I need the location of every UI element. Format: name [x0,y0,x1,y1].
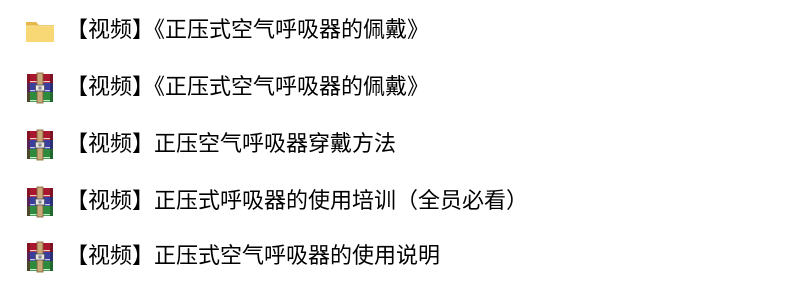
file-list: 【视频】《正压式空气呼吸器的佩戴》 【视频】《正压式空气呼吸器的佩戴》 【视频】… [0,0,797,291]
list-item-archive[interactable]: 【视频】正压式呼吸器的使用培训（全员必看） [0,182,797,222]
file-name: 【视频】正压式空气呼吸器的使用说明 [66,244,441,269]
file-name: 【视频】《正压式空气呼吸器的佩戴》 [66,75,430,100]
file-name: 【视频】正压空气呼吸器穿戴方法 [66,132,397,157]
rar-archive-icon [24,72,56,104]
folder-icon [24,15,56,47]
rar-archive-icon [24,129,56,161]
file-name: 【视频】正压式呼吸器的使用培训（全员必看） [66,189,529,214]
list-item-archive[interactable]: 【视频】正压式空气呼吸器的使用说明 [0,237,797,277]
file-name: 【视频】《正压式空气呼吸器的佩戴》 [66,18,430,43]
rar-archive-icon [24,241,56,273]
list-item-folder[interactable]: 【视频】《正压式空气呼吸器的佩戴》 [0,11,797,51]
rar-archive-icon [24,186,56,218]
list-item-archive[interactable]: 【视频】正压空气呼吸器穿戴方法 [0,125,797,165]
list-item-archive[interactable]: 【视频】《正压式空气呼吸器的佩戴》 [0,68,797,108]
